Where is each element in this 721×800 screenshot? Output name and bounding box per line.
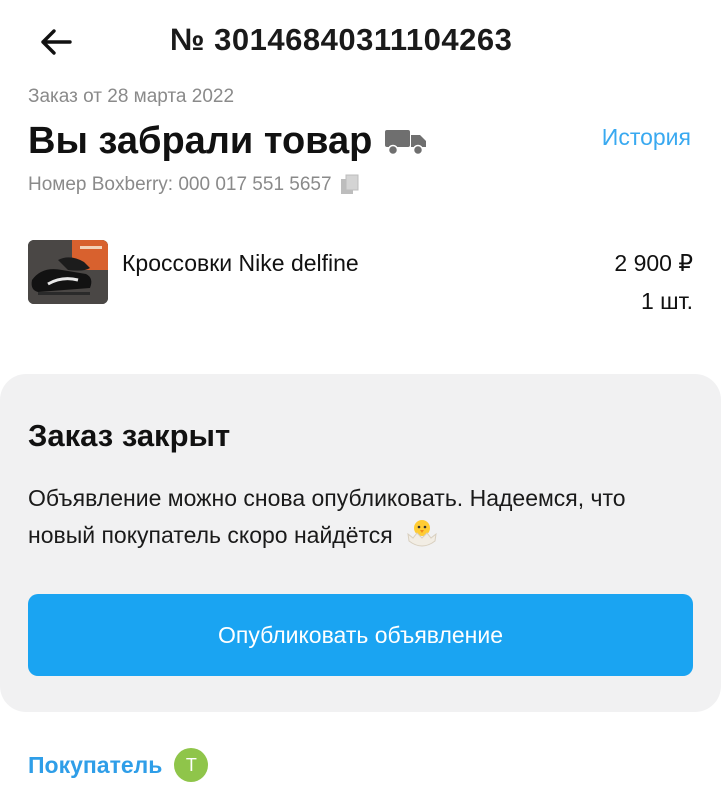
- buyer-avatar[interactable]: Т: [174, 748, 209, 782]
- order-number: № 30146840311104263: [170, 22, 513, 57]
- card-message: Объявление можно снова опубликовать. Над…: [28, 480, 698, 560]
- product-quantity: 1 шт.: [640, 288, 693, 314]
- hatching-chick-emoji: [405, 517, 439, 560]
- copy-icon[interactable]: [340, 174, 360, 196]
- back-button[interactable]: [38, 24, 74, 60]
- order-closed-card: Заказ закрыт Объявление можно снова опуб…: [0, 374, 721, 712]
- tracking-text: Номер Boxberry: 000 017 551 5657: [28, 174, 332, 195]
- top-bar: № 30146840311104263: [0, 0, 721, 82]
- product-name: Кроссовки Nike delfine: [122, 250, 359, 276]
- status-title: Вы забрали товар: [28, 120, 373, 162]
- card-message-text: Объявление можно снова опубликовать. Над…: [28, 485, 626, 548]
- publish-listing-button[interactable]: Опубликовать объявление: [28, 594, 693, 676]
- tracking-number: Номер Boxberry: 000 017 551 5657: [28, 174, 360, 196]
- product-thumbnail: [28, 240, 108, 304]
- order-status: Вы забрали товар: [28, 120, 428, 163]
- history-link[interactable]: История: [602, 124, 691, 151]
- product-price: 2 900 ₽: [614, 250, 693, 276]
- card-title: Заказ закрыт: [28, 418, 231, 453]
- back-arrow-icon: [41, 29, 72, 55]
- product-item[interactable]: Кроссовки Nike delfine 2 900 ₽ 1 шт.: [28, 240, 693, 314]
- buyer-section: Покупатель Т: [28, 748, 209, 782]
- buyer-link[interactable]: Покупатель: [28, 752, 162, 779]
- order-date: Заказ от 28 марта 2022: [28, 86, 235, 107]
- truck-icon: [384, 128, 428, 156]
